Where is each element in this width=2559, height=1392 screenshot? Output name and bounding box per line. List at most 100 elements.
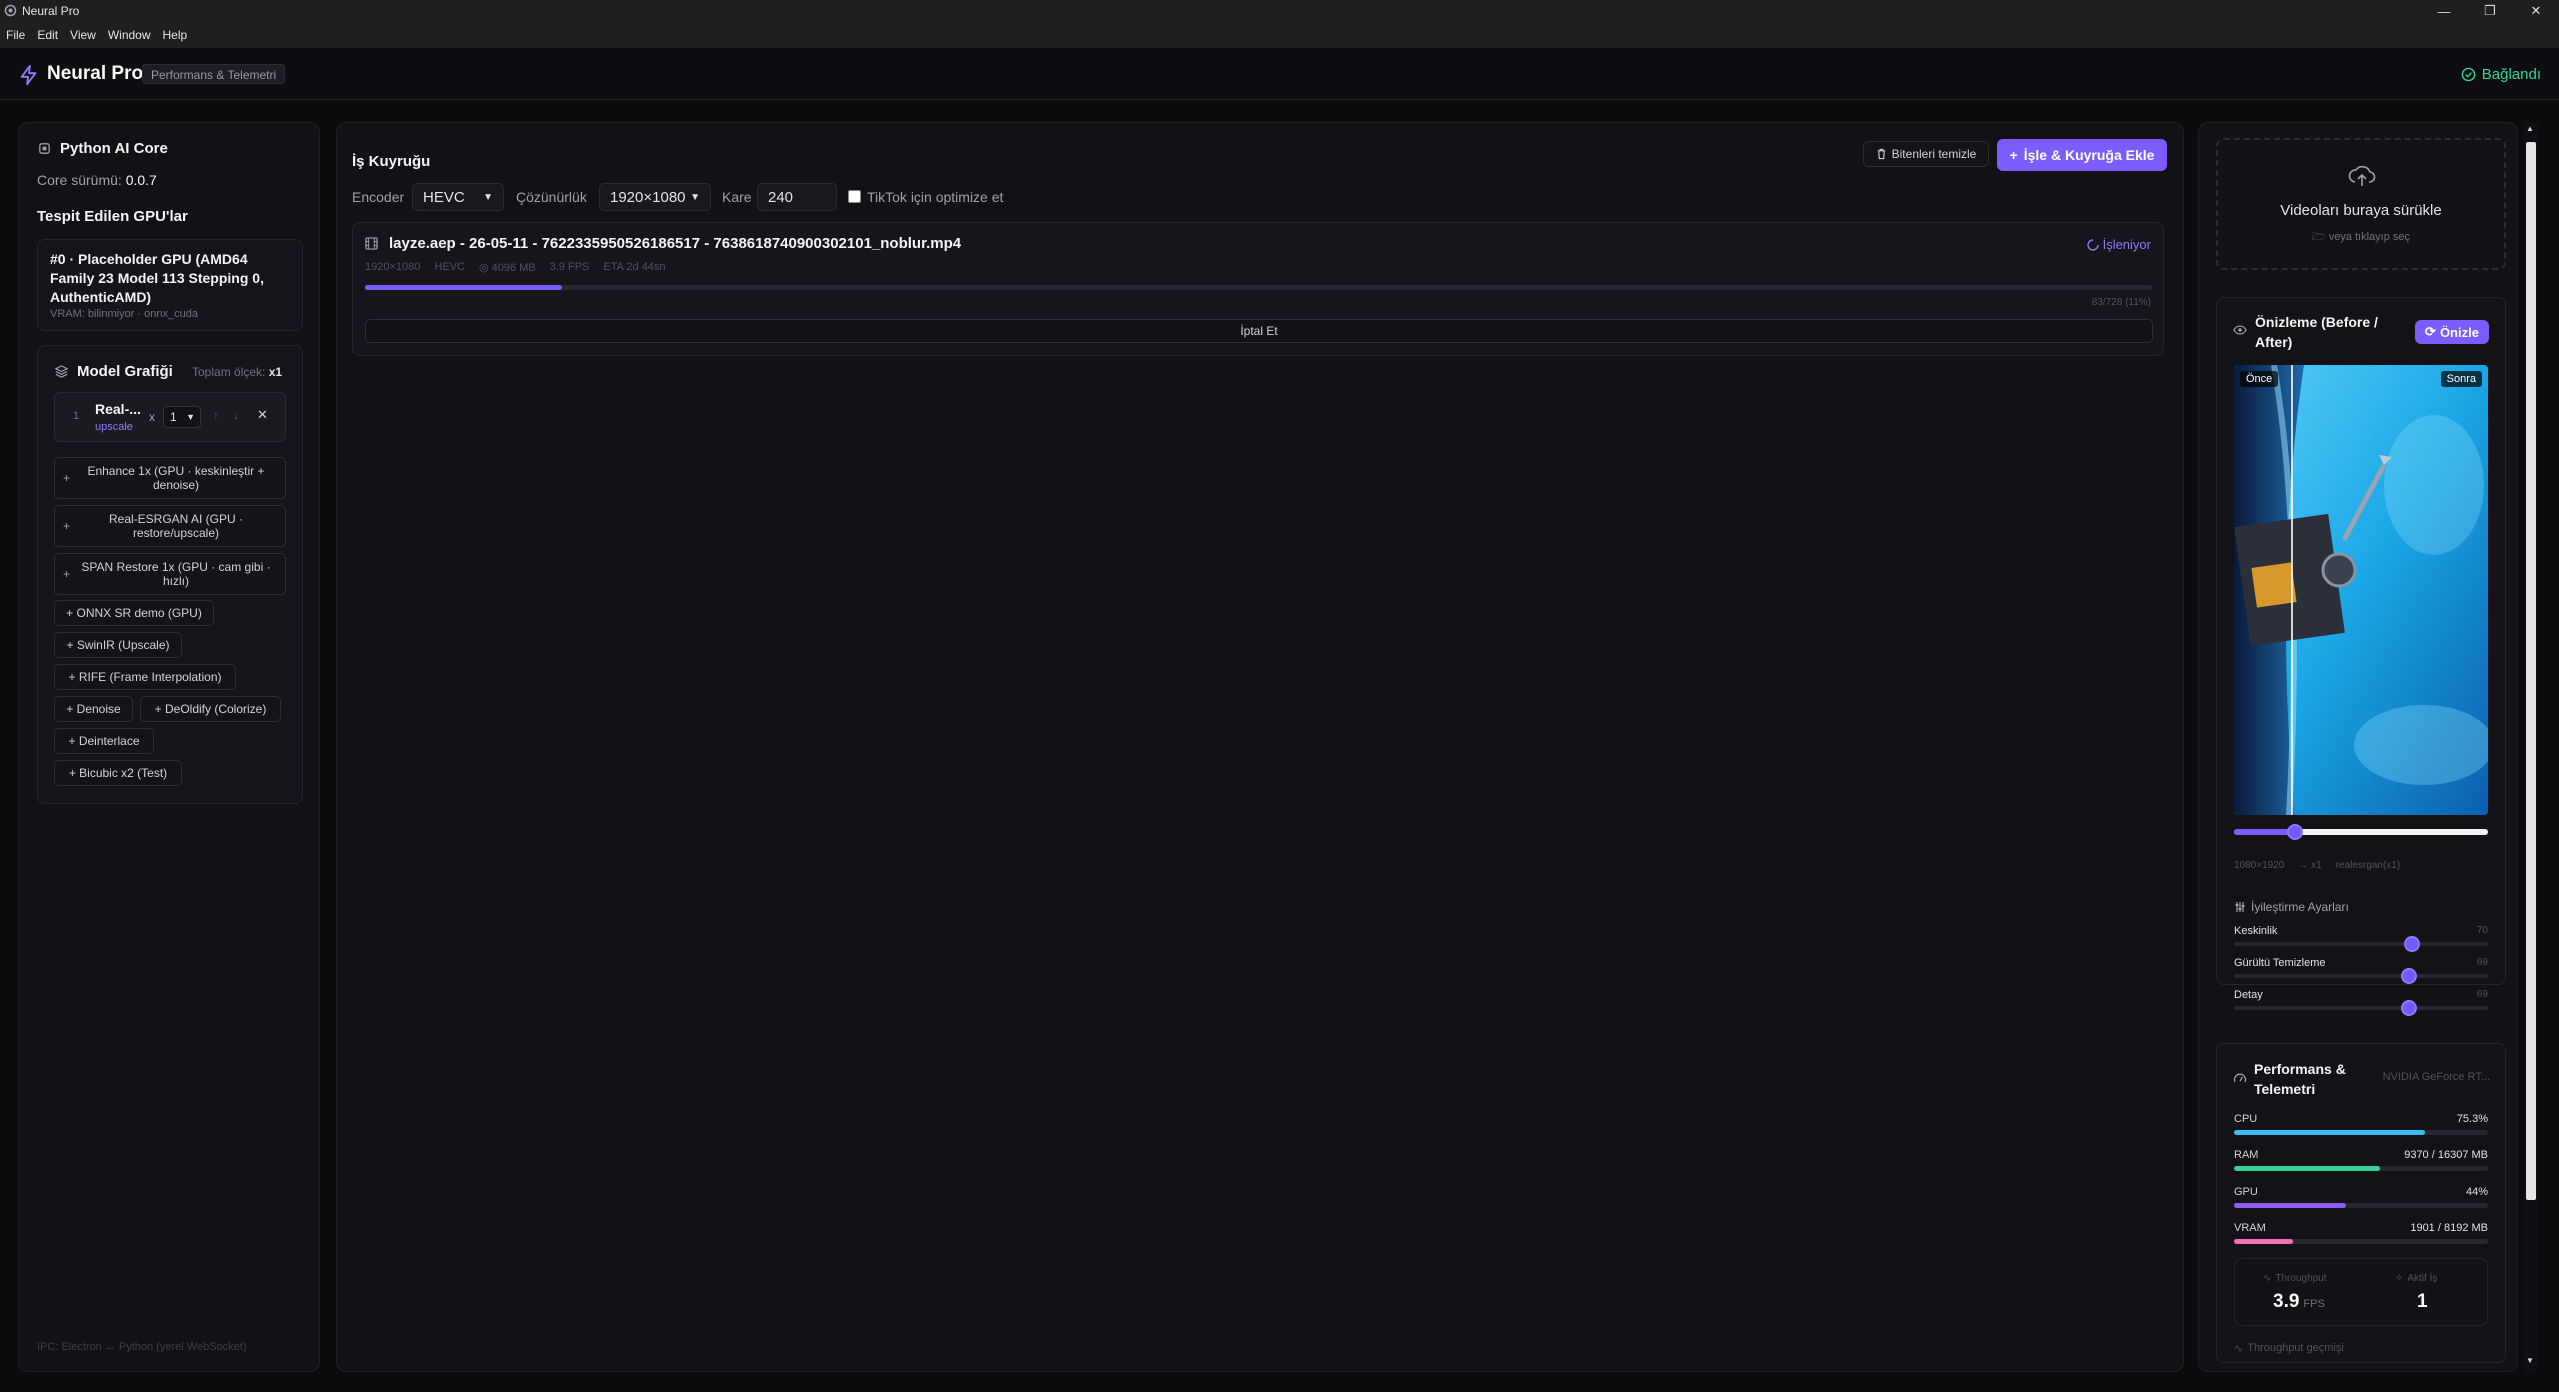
menu-view[interactable]: View [70, 28, 96, 42]
plus-icon: + [66, 638, 77, 652]
eye-icon [2233, 324, 2247, 336]
plus-icon: + [63, 471, 71, 485]
add-model-label: ONNX SR demo (GPU) [76, 606, 202, 620]
add-model-label: DeOldify (Colorize) [164, 702, 267, 716]
enhance-slider-handle[interactable] [2403, 936, 2420, 952]
tiktok-checkbox[interactable] [848, 190, 861, 203]
metric-label: GPU [2234, 1186, 2258, 1198]
scroll-down-icon[interactable]: ▼ [2526, 1356, 2534, 1365]
core-version-row: Core sürümü: 0.0.7 [37, 172, 157, 188]
add-model-realesrgan[interactable]: + Real-ESRGAN AI (GPU · restore/upscale) [54, 505, 286, 547]
slider-label: Keskinlik [2234, 925, 2278, 937]
active-value: 1 [2417, 1291, 2428, 1312]
job-size: 4096 MB [491, 262, 536, 274]
before-label: Önce [2240, 371, 2279, 387]
metric-label: CPU [2234, 1113, 2258, 1125]
node-scale-select[interactable]: 1 ▼ [163, 406, 201, 428]
resolution-label: Çözünürlük [516, 189, 587, 205]
minimize-button[interactable]: — [2421, 0, 2467, 22]
menu-window[interactable]: Window [108, 28, 151, 42]
preview-button[interactable]: ⟳ Önizle [2415, 320, 2489, 344]
queue-title: İş Kuyruğu [352, 153, 431, 170]
throughput-unit: FPS [2303, 1298, 2325, 1310]
add-model-bicubic[interactable]: + Bicubic x2 (Test) [54, 760, 182, 786]
enhance-settings-header: İyileştirme Ayarları [2234, 900, 2349, 914]
clear-finished-label: Bitenleri temizle [1891, 147, 1977, 161]
job-eta: ETA 2d 44sn [603, 261, 666, 273]
maximize-button[interactable]: ❐ [2467, 0, 2513, 22]
model-graph-title: Model Grafiği [77, 363, 173, 380]
add-model-denoise[interactable]: + Denoise [54, 696, 133, 722]
video-dropzone[interactable]: Videoları buraya sürükle 🗁 veya tıklayıp… [2216, 138, 2506, 270]
preview-button-label: Önizle [2439, 324, 2479, 340]
chevron-down-icon: ▼ [690, 191, 700, 203]
enhance-slider-track[interactable] [2234, 1000, 2488, 1016]
total-scale: Toplam ölçek: x1 [192, 365, 282, 379]
right-scrollbar-thumb[interactable] [2526, 142, 2536, 1200]
sparkle-icon: ✧ [2395, 1273, 2404, 1284]
plus-icon: + [154, 702, 165, 716]
arrow-up-icon[interactable]: ↑ [213, 408, 219, 422]
job-filename: layze.aep - 26-05-11 - 76223359505261865… [389, 235, 962, 252]
menu-help[interactable]: Help [163, 28, 188, 42]
job-card: layze.aep - 26-05-11 - 76223359505261865… [352, 222, 2164, 356]
plus-icon: + [68, 670, 79, 684]
remove-node-icon[interactable]: ✕ [257, 407, 268, 423]
menu-file[interactable]: File [6, 28, 25, 42]
add-model-enhance[interactable]: + Enhance 1x (GPU · keskinleştir + denoi… [54, 457, 286, 499]
upload-cloud-icon [2348, 164, 2376, 188]
enhance-slider-track[interactable] [2234, 968, 2488, 984]
chevron-down-icon: ▼ [186, 412, 195, 422]
add-model-label: RIFE (Frame Interpolation) [78, 670, 222, 684]
process-add-button[interactable]: + İşle & Kuyruğa Ekle [1997, 139, 2167, 171]
clear-finished-button[interactable]: Bitenleri temizle [1863, 141, 1989, 167]
encoder-select[interactable]: HEVC ▼ [412, 183, 504, 211]
total-scale-value: x1 [268, 365, 283, 379]
trash-icon [1876, 148, 1887, 160]
model-node[interactable]: 1 Real-... upscale x 1 ▼ ↑ ↓ ✕ [54, 392, 286, 442]
add-model-deinterlace[interactable]: + Deinterlace [54, 728, 154, 754]
compare-slider[interactable] [2234, 824, 2488, 840]
gpu-card: #0 · Placeholder GPU (AMD64 Family 23 Mo… [37, 239, 303, 331]
add-model-label: Denoise [76, 702, 121, 716]
add-model-swinir[interactable]: + SwinIR (Upscale) [54, 632, 182, 658]
window-title: Neural Pro [22, 4, 80, 18]
connection-label: Bağlandı [2481, 66, 2541, 83]
metric-bar-track [2234, 1166, 2488, 1171]
close-window-button[interactable]: ✕ [2513, 0, 2559, 22]
slider-value: 70 [2476, 925, 2488, 936]
slider-label: Detay [2234, 989, 2263, 1001]
throughput-history-label: Throughput geçmişi [2247, 1342, 2344, 1354]
frame-input[interactable]: 240 [757, 183, 837, 211]
app-icon [4, 4, 17, 17]
add-model-onnx[interactable]: + ONNX SR demo (GPU) [54, 600, 214, 626]
compare-slider-handle[interactable] [2286, 824, 2303, 840]
preview-image[interactable]: Önce Sonra [2234, 365, 2488, 815]
encoder-label: Encoder [352, 189, 405, 205]
spinner-icon [2086, 238, 2099, 251]
preview-title: Önizleme (Before / After) [2255, 314, 2378, 350]
enhance-settings-title: İyileştirme Ayarları [2251, 900, 2349, 914]
enhance-slider-track[interactable] [2234, 936, 2488, 952]
scroll-up-icon[interactable]: ▲ [2526, 124, 2534, 133]
add-model-span[interactable]: + SPAN Restore 1x (GPU · cam gibi · hızl… [54, 553, 286, 595]
activity-icon: ∿ [2263, 1273, 2272, 1284]
connection-status: Bağlandı [2461, 66, 2541, 83]
add-model-label: Real-ESRGAN AI (GPU · restore/upscale) [108, 512, 244, 540]
job-progress-fill [365, 285, 562, 290]
resolution-select[interactable]: 1920×1080 ▼ [599, 183, 711, 211]
gpu-name: #0 · Placeholder GPU (AMD64 Family 23 Mo… [50, 251, 264, 305]
compare-divider[interactable] [2291, 365, 2293, 815]
menu-edit[interactable]: Edit [37, 28, 58, 42]
cancel-job-button[interactable]: İptal Et [365, 319, 2153, 343]
gauge-icon [2233, 1072, 2247, 1084]
add-model-rife[interactable]: + RIFE (Frame Interpolation) [54, 664, 236, 690]
menu-bar: File Edit View Window Help [0, 22, 2559, 48]
preview-meta: 1080×1920 → x1 realesrgan(x1) [2234, 860, 2400, 871]
active-label-row: ✧ Aktif İş [2395, 1273, 2437, 1284]
gpu-section-title: Tespit Edilen GPU'lar [37, 208, 188, 225]
resolution-value: 1920×1080 [610, 188, 686, 206]
job-status-label: İşleniyor [2102, 237, 2151, 252]
add-model-deoldify[interactable]: + DeOldify (Colorize) [140, 696, 281, 722]
arrow-down-icon[interactable]: ↓ [233, 408, 239, 422]
